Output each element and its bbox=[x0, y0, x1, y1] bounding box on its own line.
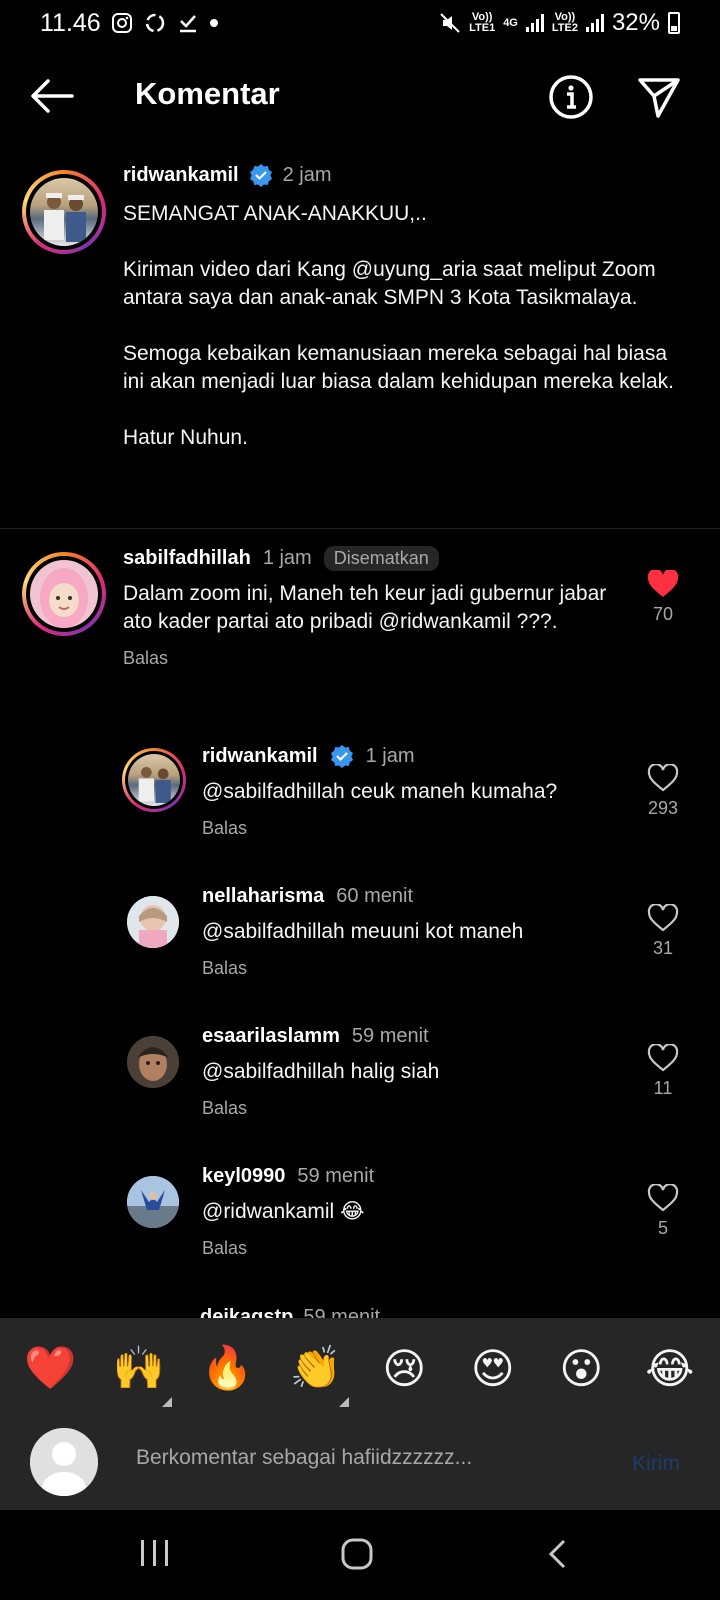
like-button[interactable]: 293 bbox=[638, 764, 688, 819]
caption-text: SEMANGAT ANAK-ANAKKUU,.. Kiriman video d… bbox=[123, 202, 674, 449]
signal1-icon bbox=[525, 14, 544, 32]
emoji-raised-hands-glyph: 🙌 bbox=[112, 1343, 165, 1392]
avatar[interactable] bbox=[127, 1176, 179, 1228]
reply-username[interactable]: nellaharisma bbox=[202, 885, 324, 908]
reply-avatar-ring[interactable] bbox=[122, 748, 186, 812]
dot-icon bbox=[209, 19, 218, 27]
recent-apps-icon[interactable] bbox=[138, 1538, 172, 1568]
divider bbox=[0, 528, 720, 529]
caption-time: 2 jam bbox=[282, 163, 332, 186]
battery-percent: 32% bbox=[611, 9, 660, 36]
like-count: 11 bbox=[653, 1078, 673, 1098]
like-button[interactable]: 11 bbox=[638, 1044, 688, 1099]
instagram-notif-icon bbox=[111, 13, 132, 33]
reply-item: esaarilaslamm 59 menit @sabilfadhillah h… bbox=[202, 1022, 622, 1119]
reply-username[interactable]: esaarilaslamm bbox=[202, 1025, 340, 1048]
like-button[interactable]: 31 bbox=[638, 904, 688, 959]
reply-item: nellaharisma 60 menit @sabilfadhillah me… bbox=[202, 882, 622, 979]
sim1-label: Vo)) LTE1 bbox=[469, 11, 496, 34]
heart-outline-icon bbox=[647, 1044, 679, 1072]
avatar bbox=[128, 754, 180, 806]
heart-outline-icon bbox=[647, 764, 679, 792]
verified-badge-icon bbox=[330, 745, 353, 768]
reply-button[interactable]: Balas bbox=[202, 1098, 622, 1119]
verified-badge-icon bbox=[249, 164, 272, 187]
caption-avatar-ring[interactable] bbox=[22, 170, 106, 254]
arrow-left-icon[interactable] bbox=[28, 76, 76, 116]
reply-button[interactable]: Balas bbox=[123, 648, 623, 669]
battery-icon bbox=[668, 12, 680, 34]
back-nav-icon[interactable] bbox=[546, 1538, 570, 1570]
comment-item: sabilfadhillah 1 jam Disematkan Dalam zo… bbox=[123, 544, 623, 669]
pinned-badge: Disematkan bbox=[323, 545, 439, 571]
emoji-heart-eyes[interactable]: 😍 bbox=[458, 1344, 528, 1393]
reply-text: @sabilfadhillah meuuni kot maneh bbox=[202, 920, 524, 943]
comment-composer: Berkomentar sebagai hafiidzzzzzz... Kiri… bbox=[0, 1418, 720, 1510]
emoji-reaction-bar: ❤️ 🙌 🔥 👏 😢 😍 😮 😂 bbox=[0, 1318, 720, 1418]
reply-text: @ridwankamil 😂 bbox=[202, 1200, 365, 1223]
top-app-bar: Komentar bbox=[0, 60, 720, 132]
avatar bbox=[30, 560, 98, 628]
caption-username[interactable]: ridwankamil bbox=[123, 164, 239, 187]
reply-time: 60 menit bbox=[336, 884, 414, 907]
like-count: 5 bbox=[657, 1218, 668, 1238]
comment-username[interactable]: sabilfadhillah bbox=[123, 547, 251, 570]
emoji-fire[interactable]: 🔥 bbox=[192, 1343, 262, 1393]
home-icon[interactable] bbox=[340, 1538, 374, 1570]
skin-tone-indicator bbox=[338, 1397, 349, 1407]
reply-button[interactable]: Balas bbox=[202, 958, 622, 979]
emoji-laughing[interactable]: 😂 bbox=[635, 1344, 705, 1393]
heart-outline-icon bbox=[647, 904, 679, 932]
status-bar: 11.46 Vo)) LTE1 4G Vo)) LTE2 32% bbox=[0, 0, 720, 46]
like-count: 293 bbox=[647, 798, 679, 818]
network-type-label: 4G bbox=[503, 16, 518, 29]
post-caption: ridwankamil 2 jam SEMANGAT ANAK-ANAKKUU,… bbox=[123, 160, 683, 452]
reply-username[interactable]: keyl0990 bbox=[202, 1165, 285, 1188]
my-avatar bbox=[30, 1428, 98, 1496]
reply-time: 1 jam bbox=[365, 744, 415, 767]
reply-button[interactable]: Balas bbox=[202, 1238, 622, 1259]
heart-outline-icon bbox=[647, 1184, 679, 1212]
reply-time: 59 menit bbox=[297, 1164, 375, 1187]
comment-time: 1 jam bbox=[262, 546, 312, 569]
system-nav-bar bbox=[0, 1510, 720, 1600]
sync-notif-icon bbox=[145, 13, 164, 33]
info-icon[interactable] bbox=[548, 74, 594, 120]
reply-username[interactable]: ridwankamil bbox=[202, 745, 318, 768]
reply-time: 59 menit bbox=[351, 1024, 429, 1047]
emoji-clap[interactable]: 👏 bbox=[281, 1343, 351, 1407]
like-count: 31 bbox=[652, 938, 674, 958]
status-notification-icons bbox=[111, 11, 219, 35]
avatar[interactable] bbox=[127, 896, 179, 948]
comment-avatar-ring[interactable] bbox=[22, 552, 106, 636]
heart-filled-icon bbox=[647, 570, 679, 597]
emoji-clap-glyph: 👏 bbox=[289, 1343, 342, 1392]
reply-item: keyl0990 59 menit @ridwankamil 😂 Balas bbox=[202, 1162, 622, 1259]
like-button[interactable]: 70 bbox=[638, 570, 688, 625]
like-count: 70 bbox=[652, 604, 674, 624]
send-icon[interactable] bbox=[636, 74, 682, 120]
reply-text: @sabilfadhillah halig siah bbox=[202, 1060, 440, 1083]
sim2-label: Vo)) LTE2 bbox=[551, 11, 578, 34]
signal2-icon bbox=[585, 14, 604, 32]
like-button[interactable]: 5 bbox=[638, 1184, 688, 1239]
reply-text: @sabilfadhillah ceuk maneh kumaha? bbox=[202, 780, 558, 803]
reply-item: ridwankamil 1 jam @sabilfadhillah ceuk m… bbox=[202, 742, 622, 839]
avatar bbox=[30, 178, 98, 246]
comment-text: Dalam zoom ini, Maneh teh keur jadi gube… bbox=[123, 582, 607, 633]
comment-input[interactable]: Berkomentar sebagai hafiidzzzzzz... bbox=[136, 1446, 472, 1470]
emoji-crying[interactable]: 😢 bbox=[369, 1344, 439, 1393]
post-comment-button[interactable]: Kirim bbox=[632, 1452, 680, 1476]
reply-button[interactable]: Balas bbox=[202, 818, 622, 839]
skin-tone-indicator bbox=[161, 1397, 172, 1407]
emoji-raised-hands[interactable]: 🙌 bbox=[104, 1343, 174, 1407]
page-title: Komentar bbox=[135, 76, 280, 111]
status-time: 11.46 bbox=[40, 8, 101, 37]
emoji-surprised[interactable]: 😮 bbox=[546, 1344, 616, 1393]
avatar[interactable] bbox=[127, 1036, 179, 1088]
emoji-heart[interactable]: ❤️ bbox=[15, 1343, 85, 1393]
mute-icon bbox=[440, 13, 460, 33]
download-done-icon bbox=[179, 15, 196, 33]
